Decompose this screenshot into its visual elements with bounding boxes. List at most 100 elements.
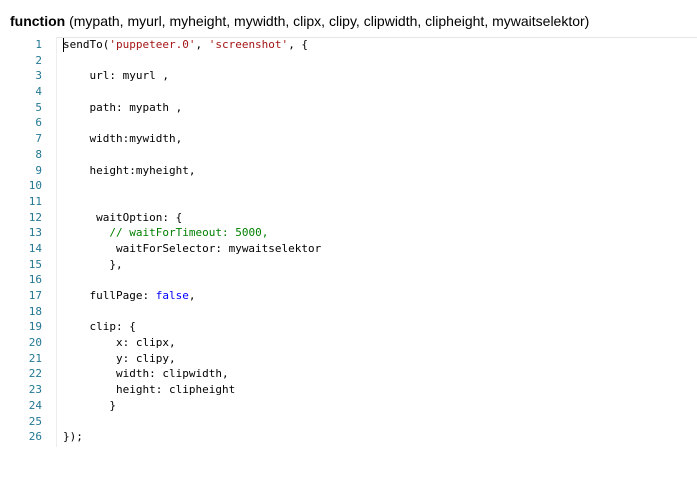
code-editor[interactable]: 1 sendTo('puppeteer.0', 'screenshot', {2 3… [0, 37, 697, 445]
line-source: path: mypath , [63, 100, 183, 116]
code-line[interactable]: 7 width:mywidth, [0, 131, 697, 147]
line-source: } [63, 398, 116, 414]
code-token: // waitForTimeout: [109, 226, 236, 240]
line-number: 5 [35, 100, 42, 114]
code-line[interactable]: 26}); [0, 429, 697, 445]
code-line[interactable]: 23 height: clipheight [0, 382, 697, 398]
line-number: 8 [35, 147, 42, 161]
code-line[interactable]: 8 [0, 147, 697, 163]
code-token: , [188, 289, 196, 302]
line-number: 12 [28, 210, 42, 224]
code-token: url: myurl , [89, 69, 169, 83]
line-number: 16 [28, 273, 42, 287]
code-line[interactable]: 12 waitOption: { [0, 210, 697, 226]
code-view: function (mypath, myurl, myheight, mywid… [0, 0, 697, 485]
code-line[interactable]: 22 width: clipwidth, [0, 366, 697, 382]
code-line[interactable]: 9 height:myheight, [0, 163, 697, 179]
line-source: clip: { [63, 319, 136, 335]
function-signature: function (mypath, myurl, myheight, mywid… [10, 13, 589, 29]
line-number: 11 [28, 194, 42, 208]
line-number: 14 [28, 241, 42, 255]
code-token: x: clipx, [115, 336, 176, 350]
line-number: 22 [28, 367, 42, 381]
text-cursor [63, 38, 64, 52]
code-line[interactable]: 3 url: myurl , [0, 68, 697, 84]
line-source: }); [63, 429, 83, 445]
line-source: // waitForTimeout: 5000, [63, 225, 268, 241]
code-line[interactable]: 14 waitForSelector: mywaitselektor [0, 241, 697, 257]
line-source: height: clipheight [63, 382, 235, 398]
line-source: sendTo('puppeteer.0', 'screenshot', { [63, 37, 308, 53]
line-source: waitForSelector: mywaitselektor [63, 241, 321, 257]
line-source: width:mywidth, [63, 131, 183, 147]
line-source: height:myheight, [63, 163, 196, 179]
code-line[interactable]: 20 x: clipx, [0, 335, 697, 351]
code-token: 'puppeteer.0' [109, 38, 196, 51]
line-number: 24 [28, 398, 42, 412]
function-params: (mypath, myurl, myheight, mywidth, clipx… [65, 13, 590, 29]
code-token: sendTo( [63, 38, 110, 51]
code-line[interactable]: 13 // waitForTimeout: 5000, [0, 225, 697, 241]
line-source: width: clipwidth, [63, 366, 229, 382]
line-number: 20 [28, 336, 42, 350]
line-number: 9 [35, 163, 42, 177]
code-token: height:myheight, [89, 163, 196, 177]
line-number: 18 [28, 304, 42, 318]
code-token: height: clipheight [115, 383, 236, 397]
line-number: 23 [28, 383, 42, 397]
code-line[interactable]: 17 fullPage: false, [0, 288, 697, 304]
code-token: width: clipwidth, [115, 367, 229, 381]
line-source: x: clipx, [63, 335, 176, 351]
code-token: , { [288, 38, 309, 51]
line-number: 6 [35, 116, 42, 130]
line-number: 10 [28, 179, 42, 193]
code-token: , [195, 38, 209, 51]
line-source: }, [63, 257, 123, 273]
line-number: 7 [35, 132, 42, 146]
code-token: }, [109, 257, 123, 271]
code-line[interactable]: 5 path: mypath , [0, 100, 697, 116]
line-number: 17 [28, 289, 42, 302]
line-number: 13 [28, 226, 42, 240]
code-line[interactable]: 21 y: clipy, [0, 351, 697, 367]
code-token: clip: { [89, 320, 136, 334]
code-token: } [109, 398, 116, 412]
code-token: 'screenshot' [208, 38, 289, 51]
code-line[interactable]: 1 sendTo('puppeteer.0', 'screenshot', { [0, 37, 697, 53]
code-token: false [155, 289, 189, 302]
code-line[interactable]: 15 }, [0, 257, 697, 273]
line-source: url: myurl , [63, 68, 169, 84]
code-token: y: clipy, [115, 351, 176, 365]
line-source: fullPage: false, [63, 288, 196, 304]
code-line[interactable]: 25 [0, 414, 697, 430]
code-line[interactable]: 4 [0, 84, 697, 100]
code-token: path: mypath , [89, 100, 183, 114]
line-number: 4 [35, 85, 42, 99]
code-token: , [261, 226, 269, 240]
code-line[interactable]: 18 [0, 304, 697, 320]
line-number: 25 [28, 414, 42, 428]
line-source: y: clipy, [63, 351, 176, 367]
code-line[interactable]: 11 [0, 194, 697, 210]
code-token: waitForSelector: mywaitselektor [115, 241, 322, 255]
line-number: 19 [28, 320, 42, 334]
code-line[interactable]: 2 [0, 53, 697, 69]
line-number: 21 [28, 351, 42, 365]
code-token: fullPage: [89, 289, 156, 302]
code-line[interactable]: 10 [0, 178, 697, 194]
code-line[interactable]: 16 [0, 272, 697, 288]
line-number: 15 [28, 257, 42, 271]
code-token: }); [63, 430, 83, 444]
line-number: 26 [28, 430, 42, 444]
line-number: 1 [35, 38, 42, 51]
code-token: width:mywidth, [89, 132, 183, 146]
function-keyword: function [10, 13, 66, 29]
line-number: 3 [35, 69, 42, 83]
code-line[interactable]: 19 clip: { [0, 319, 697, 335]
code-token: waitOption: { [96, 210, 183, 224]
line-source: waitOption: { [63, 210, 182, 226]
code-token: 5000 [235, 226, 262, 240]
code-line[interactable]: 6 [0, 115, 697, 131]
line-number: 2 [35, 53, 42, 67]
code-line[interactable]: 24 } [0, 398, 697, 414]
